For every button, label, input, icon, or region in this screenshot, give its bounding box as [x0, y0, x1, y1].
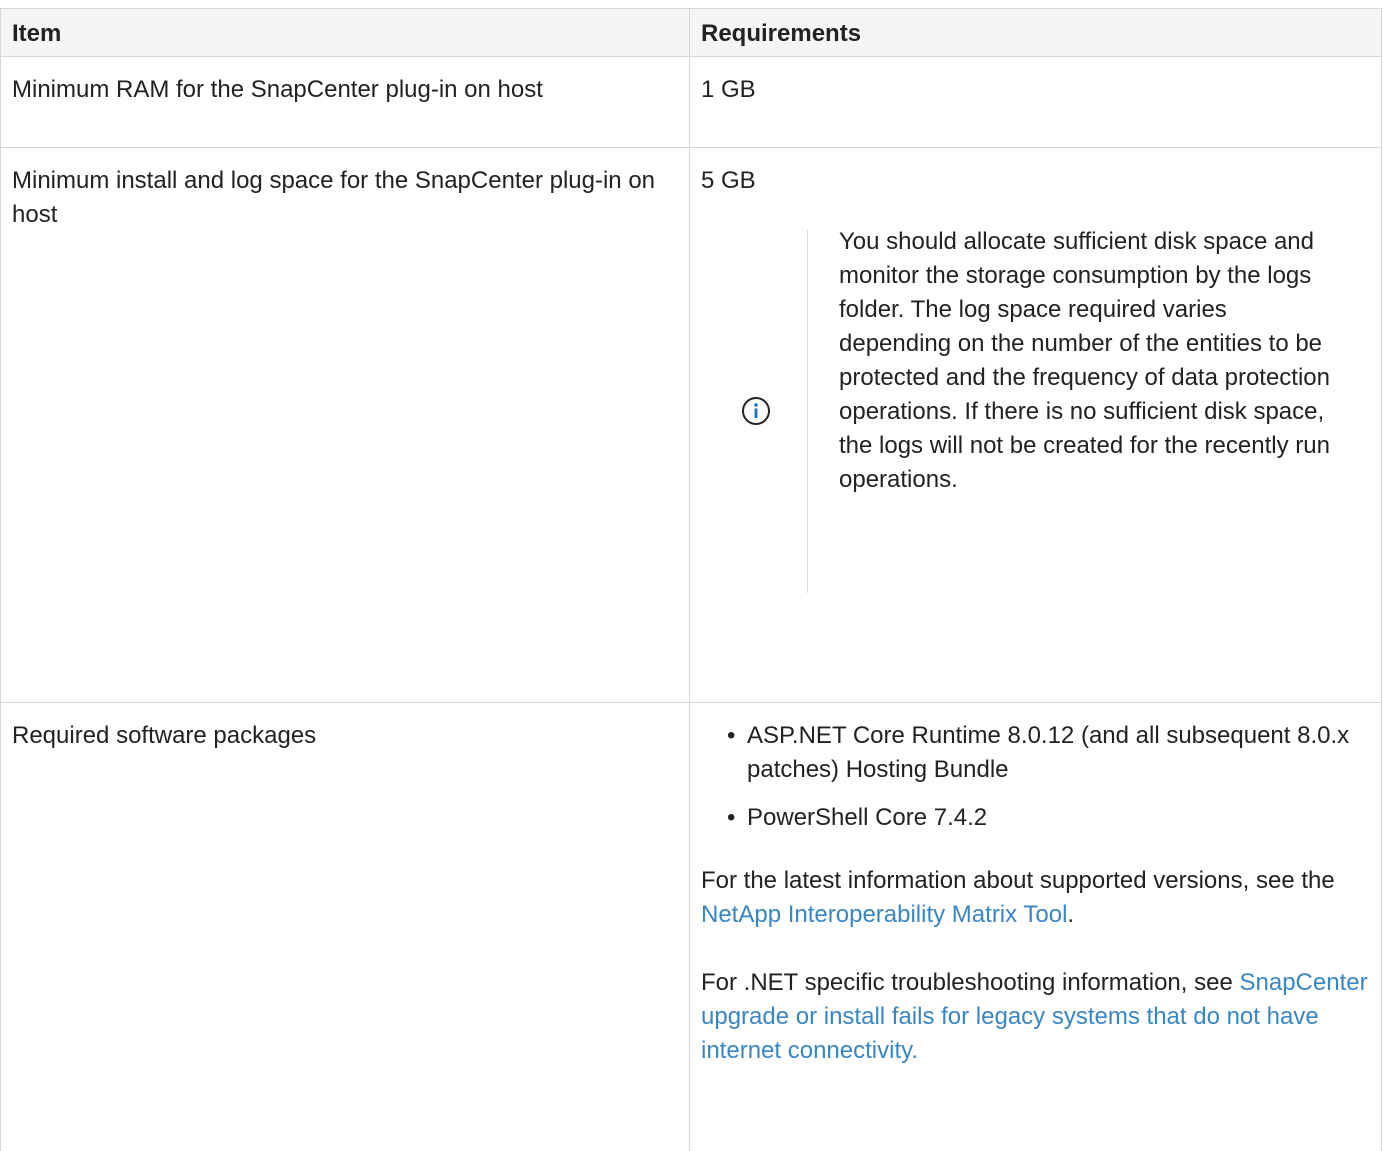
- requirement-cell: 1 GB: [690, 57, 1382, 148]
- versions-paragraph: For the latest information about support…: [701, 864, 1373, 932]
- software-list: ASP.NET Core Runtime 8.0.12 (and all sub…: [701, 719, 1373, 835]
- list-item: ASP.NET Core Runtime 8.0.12 (and all sub…: [723, 719, 1373, 787]
- item-cell: Minimum install and log space for the Sn…: [1, 148, 690, 703]
- interoperability-matrix-link[interactable]: NetApp Interoperability Matrix Tool: [701, 901, 1067, 928]
- paragraph-text: .: [1067, 901, 1074, 928]
- table-row: Minimum install and log space for the Sn…: [1, 148, 1382, 703]
- note-text: You should allocate sufficient disk spac…: [808, 225, 1339, 593]
- item-cell: Required software packages: [1, 703, 690, 1151]
- info-icon: [741, 396, 771, 426]
- item-cell: Minimum RAM for the SnapCenter plug-in o…: [1, 57, 690, 148]
- requirements-table: Item Requirements Minimum RAM for the Sn…: [0, 8, 1382, 1151]
- table-header-row: Item Requirements: [1, 9, 1382, 57]
- troubleshooting-paragraph: For .NET specific troubleshooting inform…: [701, 966, 1373, 1068]
- note-icon-column: [717, 229, 808, 593]
- table-row: Minimum RAM for the SnapCenter plug-in o…: [1, 57, 1382, 148]
- paragraph-text: For the latest information about support…: [701, 867, 1335, 894]
- paragraph-text: For .NET specific troubleshooting inform…: [701, 969, 1239, 996]
- note-admonition: You should allocate sufficient disk spac…: [717, 229, 1373, 593]
- requirement-value: 5 GB: [701, 164, 1373, 198]
- header-item: Item: [1, 9, 690, 57]
- list-item: PowerShell Core 7.4.2: [723, 801, 1373, 835]
- requirement-cell: 5 GB You should allocate sufficient disk…: [690, 148, 1382, 703]
- table-row: Required software packages ASP.NET Core …: [1, 703, 1382, 1151]
- requirement-cell: ASP.NET Core Runtime 8.0.12 (and all sub…: [690, 703, 1382, 1151]
- header-requirements: Requirements: [690, 9, 1382, 57]
